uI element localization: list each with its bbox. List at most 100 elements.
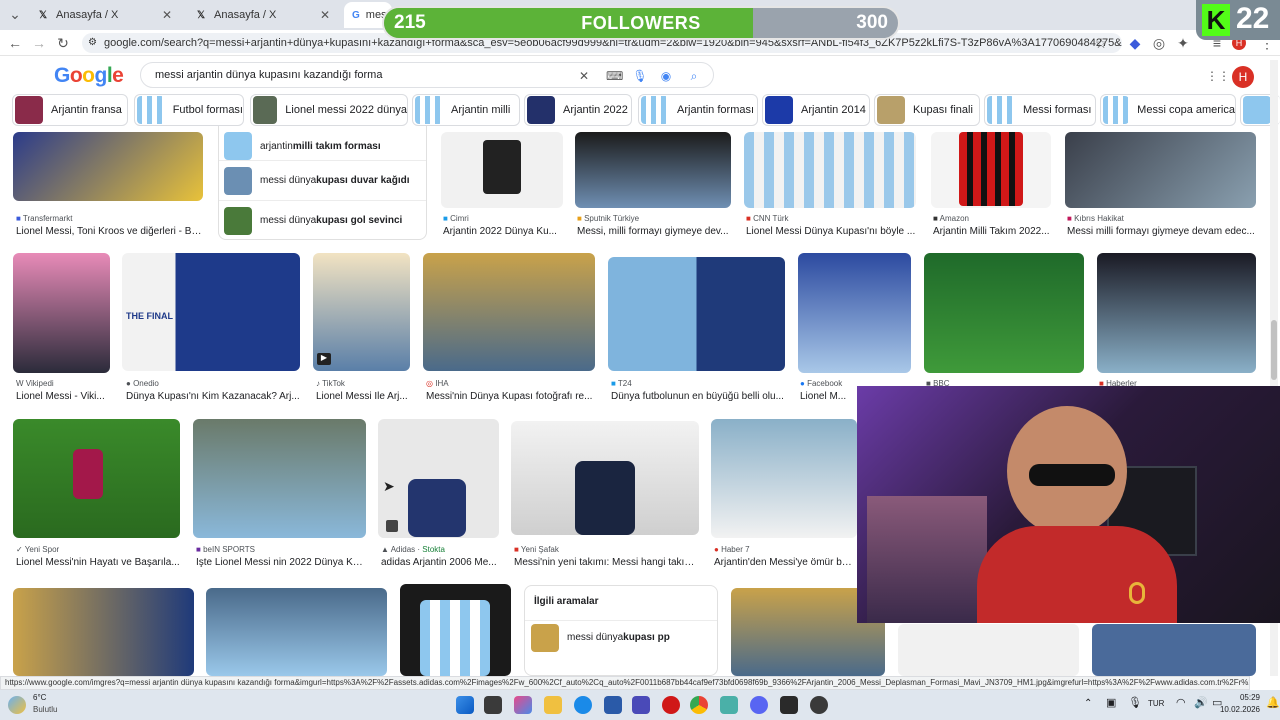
file-explorer-icon[interactable]: [544, 696, 562, 714]
tab-x-2[interactable]: 𝕏 Anasayfa / X ✕: [186, 2, 338, 28]
chip-futbol-formasi[interactable]: Futbol forması: [134, 94, 244, 126]
clear-icon[interactable]: ✕: [576, 68, 592, 84]
image-result[interactable]: [400, 584, 511, 676]
image-result[interactable]: [423, 253, 595, 371]
chip-messi-formasi[interactable]: Messi forması: [984, 94, 1096, 126]
chip-arjantin-milli[interactable]: Arjantin milli: [412, 94, 520, 126]
google-logo[interactable]: Google: [54, 64, 124, 88]
image-result[interactable]: [608, 257, 785, 371]
app-icon-3[interactable]: [780, 696, 798, 714]
image-result[interactable]: ▶: [313, 253, 410, 371]
edge-icon[interactable]: [574, 696, 592, 714]
task-view-icon[interactable]: [484, 696, 502, 714]
extension-icon[interactable]: ◆: [1126, 34, 1144, 52]
suggestion-item[interactable]: messi dünya kupası gol sevinci: [218, 200, 426, 240]
related-item[interactable]: messi dünya kupası pp: [525, 620, 717, 654]
clock-date[interactable]: 10.02.2026: [1212, 705, 1260, 714]
forward-icon[interactable]: →: [30, 34, 48, 52]
image-result[interactable]: THE FINAL: [122, 253, 300, 371]
reload-icon[interactable]: ↻: [54, 34, 72, 52]
result-title[interactable]: Lionel Messi - Viki...: [16, 391, 111, 402]
close-icon[interactable]: ✕: [162, 8, 172, 22]
result-title[interactable]: adidas Arjantin 2006 Me...: [381, 557, 501, 568]
scrollbar-thumb[interactable]: [1271, 320, 1277, 380]
result-title[interactable]: Lionel Messi'nin Hayatı ve Başarıla...: [16, 557, 180, 568]
result-title[interactable]: Messi'nin yeni takımı: Messi hangi takım…: [514, 557, 700, 568]
image-result[interactable]: [13, 588, 194, 676]
result-title[interactable]: Lionel M...: [800, 391, 856, 402]
image-result[interactable]: [575, 132, 731, 208]
image-result[interactable]: [931, 132, 1051, 208]
tab-x-1[interactable]: 𝕏 Anasayfa / X ✕: [28, 2, 180, 28]
volume-icon[interactable]: 🔊: [1194, 696, 1208, 709]
image-result[interactable]: [13, 419, 180, 538]
apps-grid-icon[interactable]: ⋮⋮: [1206, 68, 1230, 84]
result-title[interactable]: Lionel Messi İle Arj...: [316, 391, 410, 402]
discord-icon[interactable]: [750, 696, 768, 714]
image-result[interactable]: [1065, 132, 1256, 208]
site-info-icon[interactable]: ⚙: [88, 33, 97, 53]
chip-kupasi-finali[interactable]: Kupası finali: [874, 94, 980, 126]
result-title[interactable]: Messi, milli formayı giymeye dev...: [577, 226, 732, 237]
image-result[interactable]: [193, 419, 366, 538]
result-title[interactable]: Arjantin Milli Takım 2022...: [933, 226, 1053, 237]
image-result[interactable]: [924, 253, 1084, 373]
app-icon-2[interactable]: [720, 696, 738, 714]
result-title[interactable]: Dünya futbolunun en büyüğü belli olu...: [611, 391, 785, 402]
result-title[interactable]: Lionel Messi Dünya Kupası'nı böyle ...: [746, 226, 916, 237]
result-title[interactable]: Messi'nin Dünya Kupası fotoğrafı re...: [426, 391, 594, 402]
image-result[interactable]: [1097, 253, 1256, 373]
search-icon[interactable]: ⌕: [686, 68, 702, 84]
keyboard-icon[interactable]: ⌨: [606, 68, 623, 84]
start-icon[interactable]: [456, 696, 474, 714]
chip-arjantin-2022[interactable]: Arjantin 2022: [524, 94, 632, 126]
image-result[interactable]: [744, 132, 916, 208]
image-result[interactable]: [206, 588, 387, 676]
notifications-icon[interactable]: 🔔: [1266, 696, 1280, 709]
image-result[interactable]: [798, 253, 911, 373]
chip-messi-copa-america[interactable]: Messi copa america: [1100, 94, 1236, 126]
chip-arjantin-formasi[interactable]: Arjantin forması: [638, 94, 758, 126]
obs-icon[interactable]: [810, 696, 828, 714]
image-result[interactable]: [441, 132, 563, 208]
store-icon[interactable]: [604, 696, 622, 714]
chip-lionel-messi-2022[interactable]: Lionel messi 2022 dünya: [250, 94, 408, 126]
opera-icon[interactable]: [662, 696, 680, 714]
extension-icon-2[interactable]: ◎: [1150, 34, 1168, 52]
tray-mic-icon[interactable]: 🎙: [1128, 696, 1142, 709]
result-title[interactable]: İşte Lionel Messi nin 2022 Dünya Ku...: [196, 557, 366, 568]
bookmark-star-icon[interactable]: ☆: [1092, 34, 1110, 52]
result-title[interactable]: Dünya Kupası'nı Kim Kazanacak? Arj...: [126, 391, 300, 402]
back-icon[interactable]: ←: [6, 34, 24, 52]
result-title[interactable]: Arjantin 2022 Dünya Ku...: [443, 226, 563, 237]
image-result[interactable]: [1092, 624, 1256, 676]
tray-app-icon[interactable]: ▣: [1106, 696, 1116, 709]
search-input[interactable]: messi arjantin dünya kupasını kazandığı …: [140, 62, 714, 88]
close-icon[interactable]: ✕: [320, 8, 330, 22]
result-title[interactable]: Arjantin'den Messi'ye ömür boyu ...: [714, 557, 856, 568]
copilot-icon[interactable]: [514, 696, 532, 714]
image-result[interactable]: [711, 419, 857, 538]
microphone-icon[interactable]: 🎙: [632, 68, 648, 84]
chip-arjantin-fransa[interactable]: Arjantin fransa: [12, 94, 128, 126]
language-indicator[interactable]: TUR: [1148, 699, 1164, 708]
image-result[interactable]: [898, 624, 1079, 676]
result-title[interactable]: Lionel Messi, Toni Kroos ve diğerleri - …: [16, 226, 204, 237]
image-result[interactable]: [13, 253, 110, 373]
chip-arjantin-2014[interactable]: Arjantin 2014: [762, 94, 870, 126]
suggestion-item[interactable]: messi dünya kupası duvar kağıdı: [218, 160, 426, 200]
image-result[interactable]: [13, 132, 203, 201]
app-icon[interactable]: [632, 696, 650, 714]
tray-chevron-icon[interactable]: ⌃: [1084, 698, 1092, 709]
result-title[interactable]: Messi milli formayı giymeye devam edec..…: [1067, 226, 1257, 237]
chrome-icon[interactable]: [690, 696, 708, 714]
weather-icon[interactable]: [8, 696, 26, 714]
wifi-icon[interactable]: ◠: [1176, 696, 1186, 709]
account-avatar[interactable]: H: [1232, 66, 1254, 88]
extensions-puzzle-icon[interactable]: ✦: [1174, 34, 1192, 52]
tab-list-chevron-icon[interactable]: ⌄: [6, 5, 24, 23]
image-result[interactable]: [378, 419, 499, 538]
lens-icon[interactable]: ◉: [658, 68, 674, 84]
image-result[interactable]: [511, 421, 699, 535]
clock-time[interactable]: 05:29: [1220, 693, 1260, 702]
